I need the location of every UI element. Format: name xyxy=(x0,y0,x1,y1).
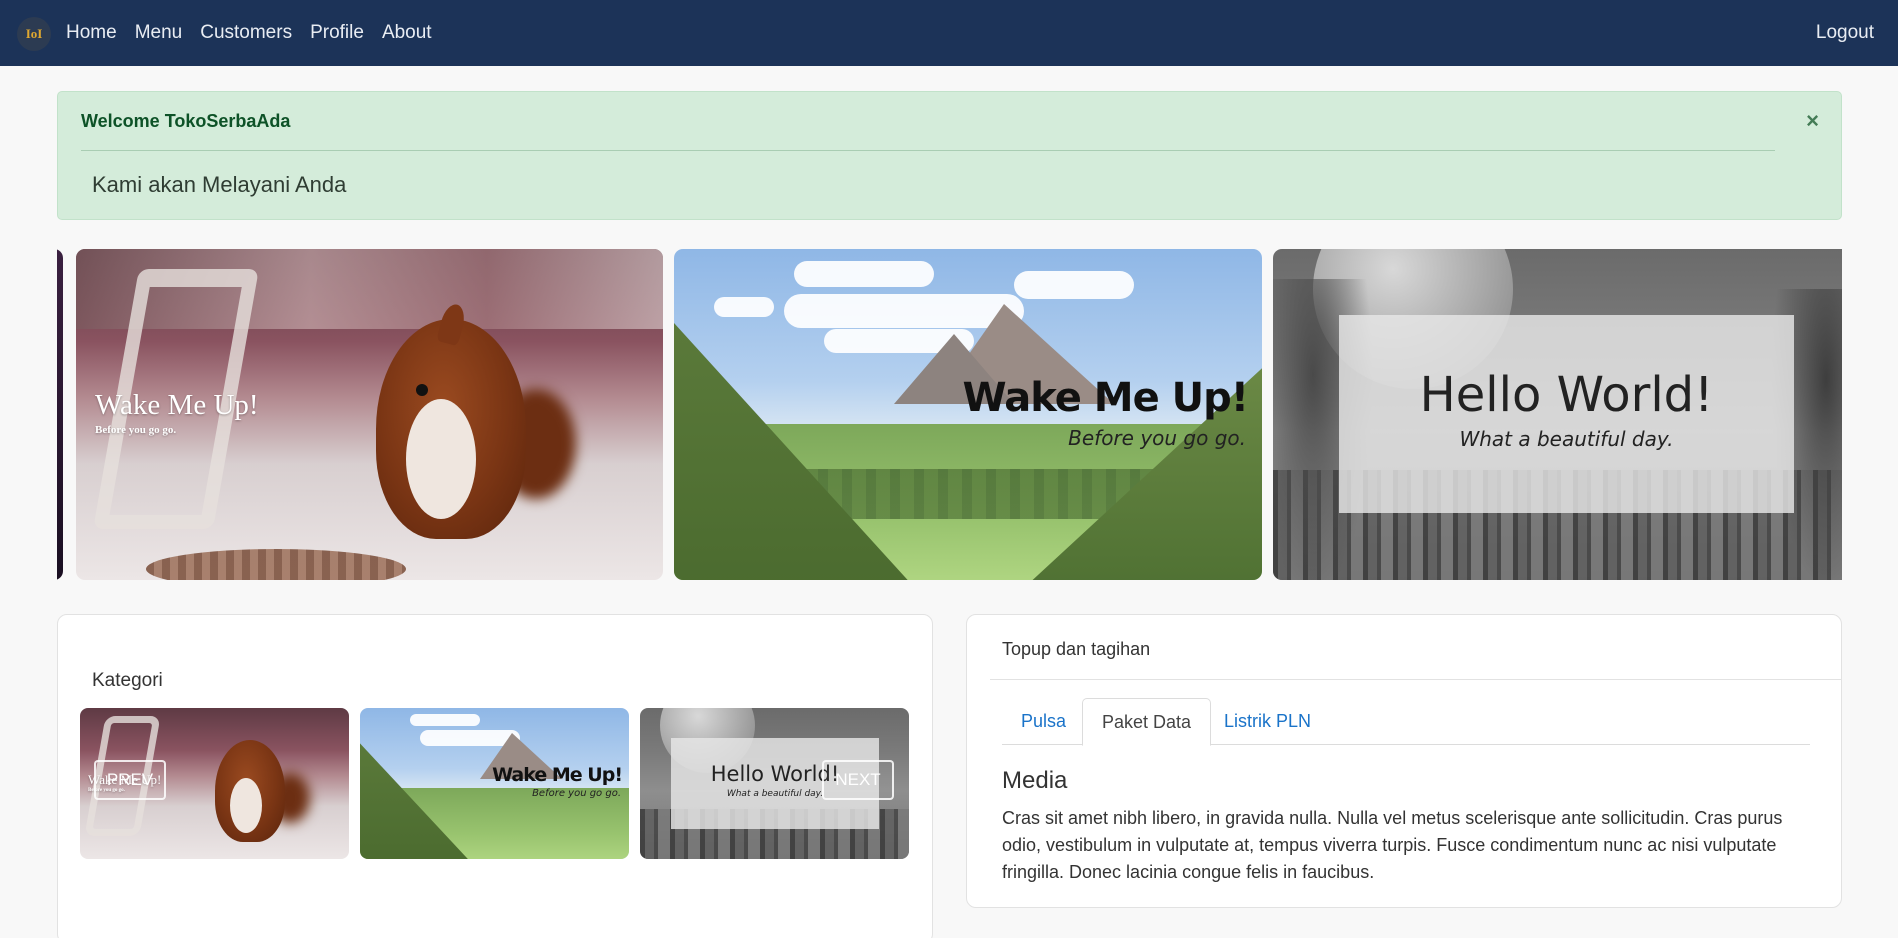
kategori-card: Kategori Wake Me Up! Before you go go. P… xyxy=(57,614,933,938)
next-button[interactable]: NEXT xyxy=(822,760,894,800)
close-icon[interactable]: × xyxy=(1806,108,1819,134)
topup-title: Topup dan tagihan xyxy=(1002,639,1151,659)
tab-content-body: Cras sit amet nibh libero, in gravida nu… xyxy=(1002,808,1783,882)
nav-links: Home Menu Customers Profile About xyxy=(66,0,432,66)
kategori-thumb-mountain[interactable]: Wake Me Up! Before you go go. xyxy=(360,708,629,859)
carousel-slide-partial xyxy=(57,249,63,580)
brand-logo[interactable]: IoI xyxy=(17,17,51,51)
topup-divider xyxy=(990,679,1842,680)
nav-profile[interactable]: Profile xyxy=(310,22,364,44)
tab-pulsa[interactable]: Pulsa xyxy=(1002,698,1085,745)
nav-home[interactable]: Home xyxy=(66,22,117,44)
kategori-thumb-moon[interactable]: Hello World! What a beautiful day. NEXT xyxy=(640,708,909,859)
tab-listrik-pln[interactable]: Listrik PLN xyxy=(1205,698,1330,745)
kategori-title: Kategori xyxy=(92,670,163,691)
image-carousel[interactable]: Wake Me Up! Before you go go. Wake Me Up… xyxy=(57,249,1842,580)
logout-link[interactable]: Logout xyxy=(1816,22,1874,44)
carousel-slide-squirrel[interactable]: Wake Me Up! Before you go go. xyxy=(76,249,663,580)
slide-caption-subtitle: What a beautiful day. xyxy=(1459,427,1674,451)
top-navbar: IoI Home Menu Customers Profile About Lo… xyxy=(0,0,1898,66)
nav-customers[interactable]: Customers xyxy=(200,22,292,44)
nav-menu[interactable]: Menu xyxy=(135,22,183,44)
thumb-caption-subtitle: Before you go go. xyxy=(532,788,621,799)
alert-divider xyxy=(81,150,1775,151)
welcome-alert: Welcome TokoSerbaAda × Kami akan Melayan… xyxy=(57,91,1842,220)
kategori-carousel[interactable]: Wake Me Up! Before you go go. PREV Wake … xyxy=(80,708,910,860)
topup-card: Topup dan tagihan Pulsa Paket Data Listr… xyxy=(966,614,1842,908)
slide-caption-title: Wake Me Up! xyxy=(962,375,1249,421)
slide-caption-subtitle: Before you go go. xyxy=(1068,426,1246,450)
carousel-slide-mountain[interactable]: Wake Me Up! Before you go go. xyxy=(674,249,1262,580)
carousel-slide-moon[interactable]: Hello World! What a beautiful day. xyxy=(1273,249,1842,580)
slide-caption-title: Wake Me Up! xyxy=(95,389,259,421)
thumb-caption-title: Wake Me Up! xyxy=(492,764,623,786)
tab-paket-data[interactable]: Paket Data xyxy=(1082,698,1212,746)
tab-content-heading: Media xyxy=(1002,767,1068,794)
slide-caption-title: Hello World! xyxy=(1419,367,1714,423)
alert-title: Welcome TokoSerbaAda xyxy=(81,111,291,131)
kategori-thumb-squirrel[interactable]: Wake Me Up! Before you go go. PREV xyxy=(80,708,349,859)
alert-message: Kami akan Melayani Anda xyxy=(92,172,347,197)
prev-button[interactable]: PREV xyxy=(94,760,166,800)
nav-about[interactable]: About xyxy=(382,22,432,44)
slide-caption-subtitle: Before you go go. xyxy=(95,424,177,436)
topup-tabs: Pulsa Paket Data Listrik PLN xyxy=(1002,698,1810,746)
